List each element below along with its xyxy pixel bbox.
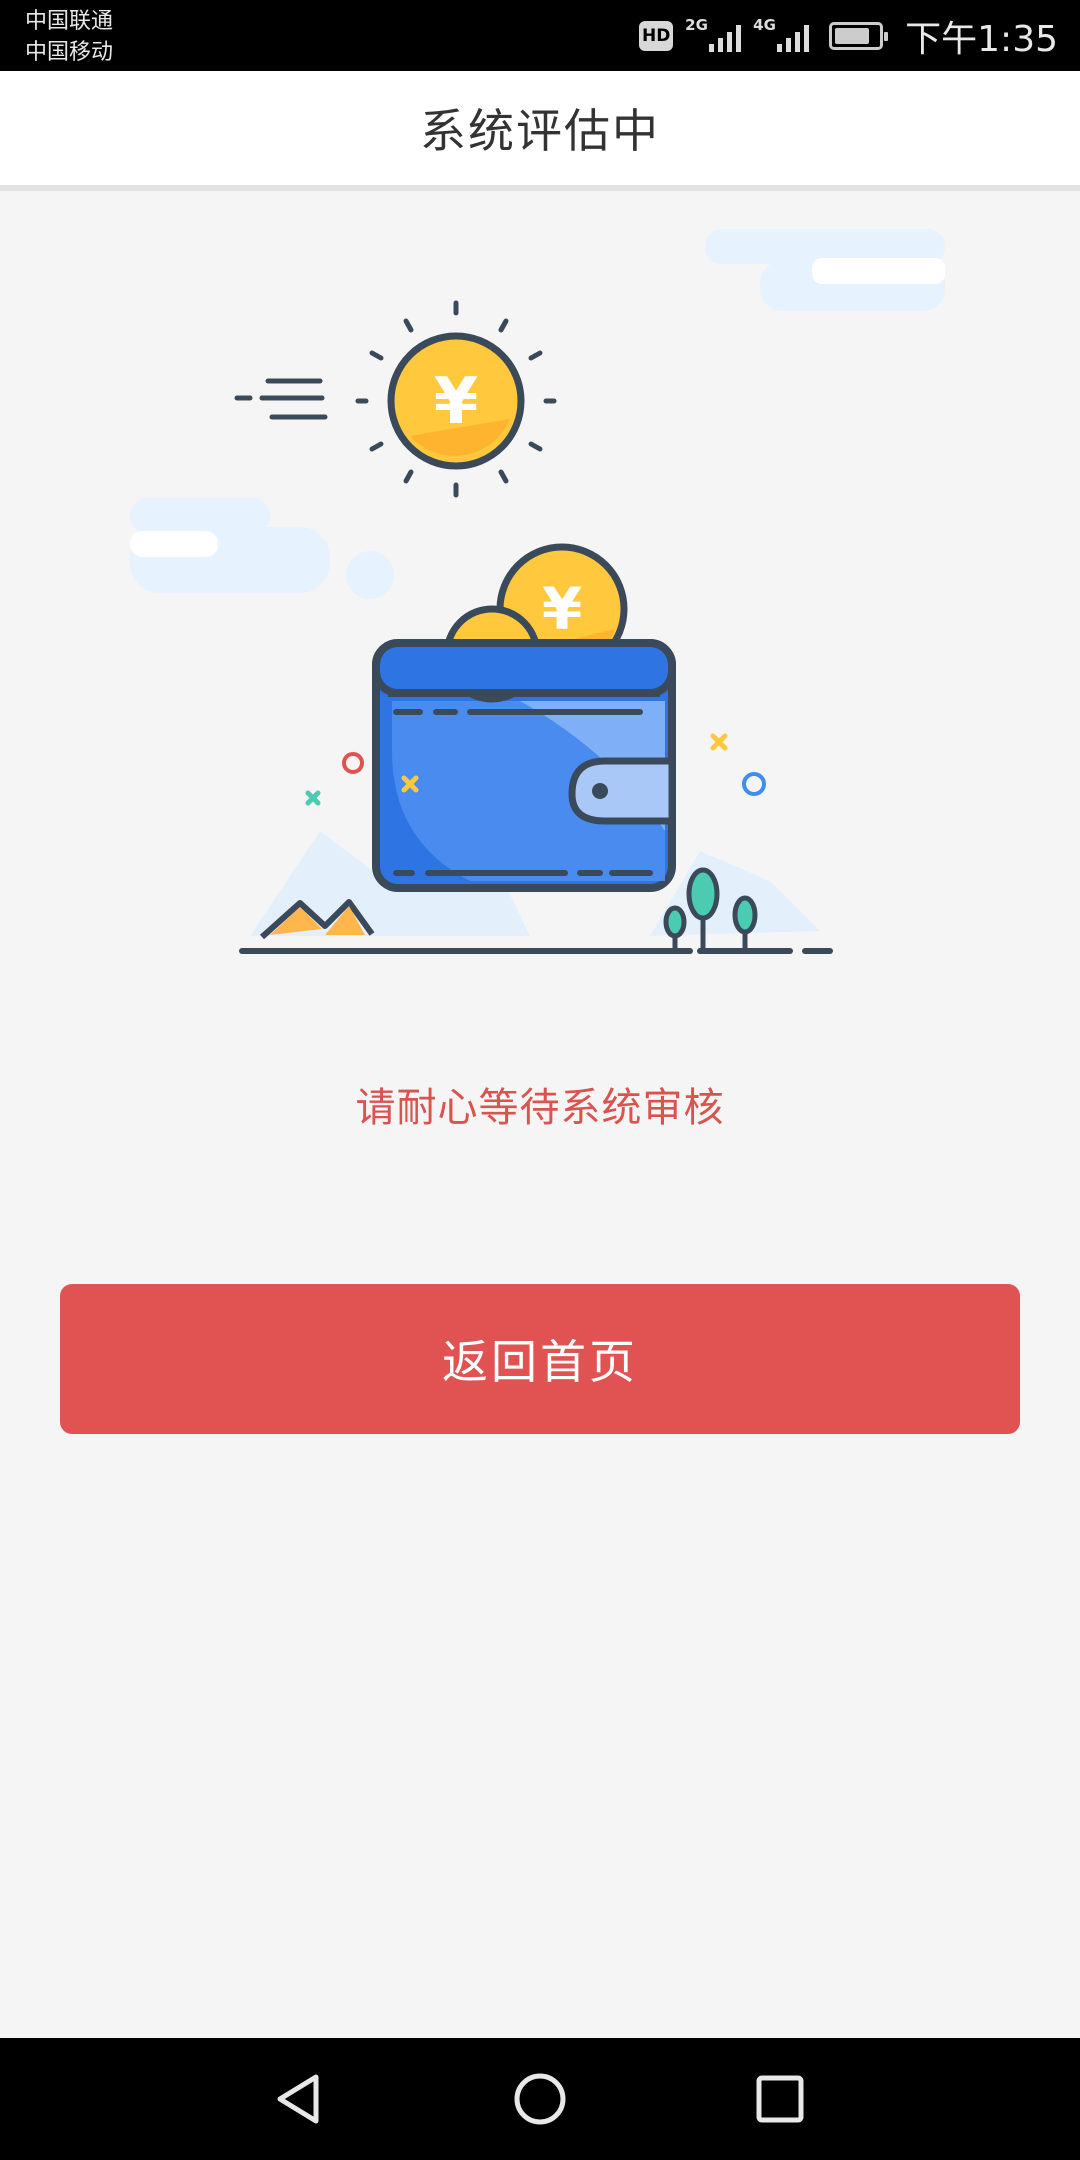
svg-text:¥: ¥: [542, 575, 582, 643]
network-2g-label: 2G: [685, 15, 708, 34]
system-nav-bar: [0, 2038, 1080, 2160]
svg-text:¥: ¥: [434, 365, 479, 439]
home-circle-icon[interactable]: [510, 2069, 570, 2129]
decor-cross-green-icon: [305, 790, 321, 806]
battery-icon: [829, 21, 889, 50]
wallet-icon: ¥ ¥: [372, 543, 676, 892]
recents-square-icon[interactable]: [750, 2069, 810, 2129]
decor-circle-red-icon: [342, 752, 364, 774]
signal-icon-4g: 4G: [753, 15, 810, 56]
status-bar: 中国联通 中国移动 HD 2G 4G 下午1:35: [0, 0, 1080, 71]
carrier-2: 中国移动: [25, 40, 114, 65]
sun-coin-icon: ¥: [234, 300, 557, 498]
hd-icon: HD: [639, 20, 674, 51]
return-home-button[interactable]: 返回首页: [60, 1284, 1020, 1434]
wallet-with-coins-icon: ¥ ¥ ¥: [130, 229, 945, 954]
cloud-icon: [130, 229, 945, 599]
network-4g-label: 4G: [753, 15, 776, 34]
header-bar: 系统评估中: [0, 71, 1080, 191]
carrier-labels: 中国联通 中国移动: [25, 6, 113, 68]
wallet-illustration: ¥ ¥ ¥: [0, 191, 1080, 1021]
status-time: 下午1:35: [905, 18, 1058, 60]
page-title: 系统评估中: [420, 104, 660, 158]
decor-circle-blue-icon: [742, 772, 766, 796]
signal-icon-2g: 2G: [685, 15, 742, 56]
back-triangle-icon[interactable]: [270, 2069, 330, 2129]
review-wait-message: 请耐心等待系统审核: [355, 1085, 725, 1131]
status-icons: HD 2G 4G 下午1:35: [639, 0, 1058, 71]
carrier-1: 中国联通: [25, 9, 114, 34]
